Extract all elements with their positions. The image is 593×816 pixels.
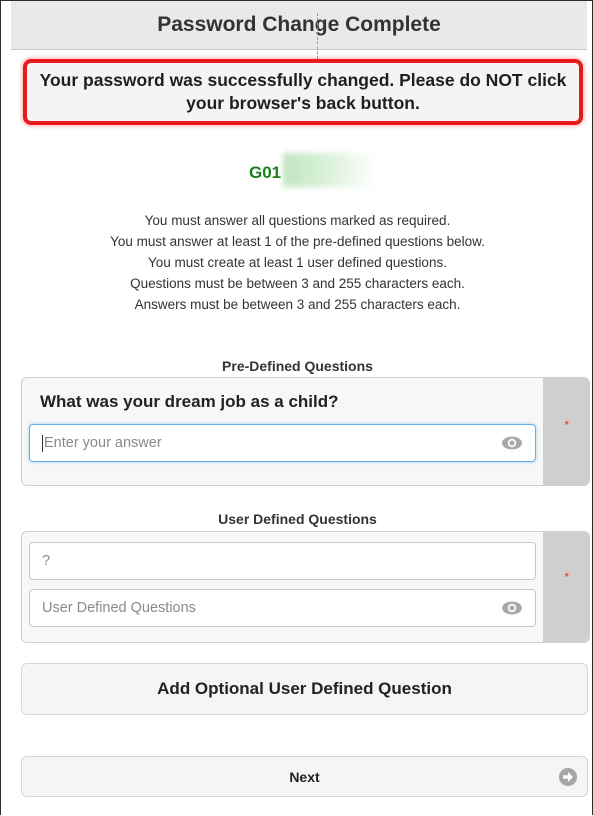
add-optional-question-label: Add Optional User Defined Question [157,679,452,698]
arrow-right-icon [559,768,577,786]
requirement-line: Answers must be between 3 and 255 charac… [134,297,461,312]
show-password-eye-icon[interactable] [501,600,523,616]
requirement-line: You must create at least 1 user defined … [148,255,447,270]
text-caret [42,434,43,452]
page-frame: Password Change Complete Your password w… [0,0,593,815]
header-divider [317,13,318,59]
show-password-eye-icon[interactable] [501,435,523,451]
page-header: Password Change Complete [11,1,587,59]
requirement-line: Questions must be between 3 and 255 char… [130,276,465,291]
user-id: G01 [249,163,282,182]
required-marker: * [564,418,569,432]
requirements-list: You must answer all questions marked as … [1,210,593,315]
requirement-line: You must answer at least 1 of the pre-de… [110,234,485,249]
predefined-section-title: Pre-Defined Questions [222,358,373,374]
answer-placeholder: Enter your answer [44,435,162,451]
success-message: Your password was successfully changed. … [39,70,567,113]
userdefined-question-box: * ? User Defined Questions [21,531,590,643]
success-alert: Your password was successfully changed. … [23,59,583,125]
userdefined-question-input[interactable]: ? [29,542,536,580]
question-value: ? [42,553,51,569]
required-side-panel [543,532,589,642]
page-title: Password Change Complete [157,13,441,36]
requirement-line: You must answer all questions marked as … [144,213,451,228]
next-button-label: Next [289,768,320,785]
required-marker: * [564,570,569,584]
predefined-question-box: * What was your dream job as a child? En… [21,377,590,486]
add-optional-question-button[interactable]: Add Optional User Defined Question [21,663,588,715]
next-button[interactable]: Next [21,756,588,797]
predefined-question-text: What was your dream job as a child? [40,392,339,411]
userdefined-answer-input[interactable]: User Defined Questions [29,589,536,627]
redaction-blur [283,153,377,187]
userdefined-section-title: User Defined Questions [218,511,377,527]
answer-placeholder: User Defined Questions [42,600,196,616]
predefined-answer-input[interactable]: Enter your answer [29,424,536,462]
